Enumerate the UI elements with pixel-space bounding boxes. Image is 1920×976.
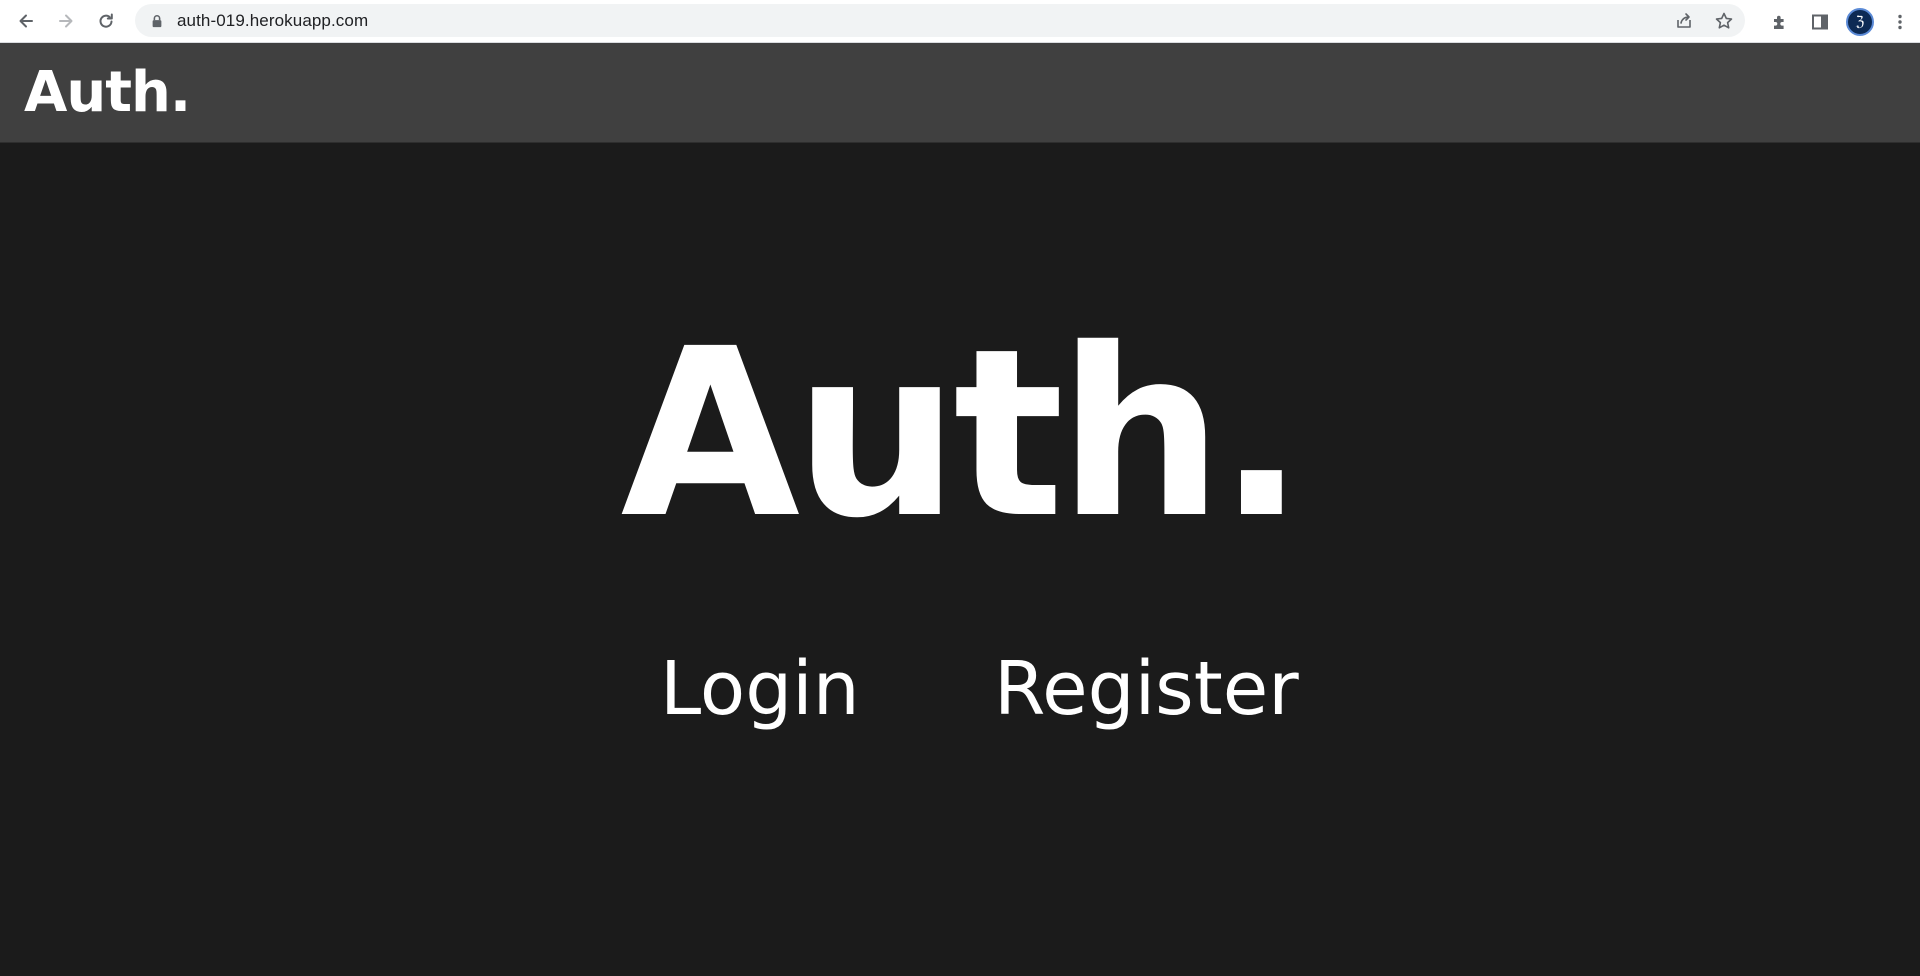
- forward-button[interactable]: [46, 1, 86, 41]
- arrow-left-icon: [19, 14, 33, 28]
- auth-links: Login Register: [0, 644, 1920, 744]
- login-link[interactable]: Login: [660, 644, 860, 734]
- url-text: auth-019.herokuapp.com: [177, 10, 369, 30]
- puzzle-icon[interactable]: [1760, 2, 1800, 42]
- avatar: ℨ: [1846, 7, 1874, 36]
- reload-icon: [99, 13, 113, 28]
- address-bar[interactable]: auth-019.herokuapp.com: [135, 4, 1745, 37]
- kebab-menu-icon[interactable]: [1880, 2, 1920, 42]
- main-content: Auth. Login Register: [0, 144, 1920, 976]
- profile-avatar[interactable]: ℨ: [1840, 2, 1880, 42]
- side-panel-icon[interactable]: [1800, 2, 1840, 42]
- browser-toolbar: auth-019.herokuapp.com ℨ: [0, 0, 1920, 43]
- page-title: Auth.: [620, 299, 1306, 569]
- share-icon[interactable]: [1671, 8, 1697, 34]
- header-logo[interactable]: Auth.: [24, 63, 191, 123]
- arrow-right-icon: [59, 14, 73, 28]
- register-link[interactable]: Register: [994, 644, 1299, 734]
- back-button[interactable]: [6, 1, 46, 41]
- reload-button[interactable]: [86, 1, 126, 41]
- lock-icon: [149, 13, 165, 29]
- app-header: Auth.: [0, 43, 1920, 143]
- star-icon[interactable]: [1711, 8, 1737, 34]
